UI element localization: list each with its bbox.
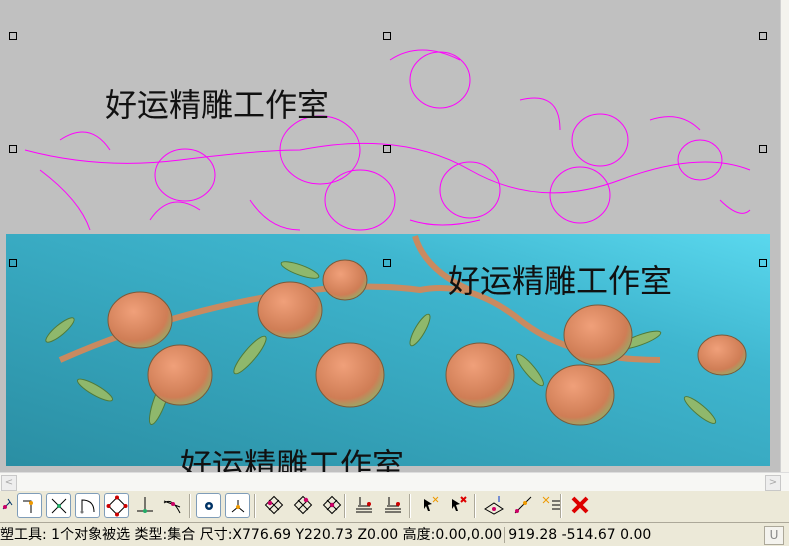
grid-point-1-icon[interactable]: [262, 493, 287, 518]
selection-handle[interactable]: [759, 145, 767, 153]
selection-handle[interactable]: [9, 32, 17, 40]
intersect-icon[interactable]: [46, 493, 71, 518]
selection-handle[interactable]: [759, 32, 767, 40]
perpendicular-icon[interactable]: [133, 493, 158, 518]
vertical-scrollbar[interactable]: [780, 0, 789, 472]
selection-handle[interactable]: [9, 259, 17, 267]
toolbar-separator: [189, 494, 191, 518]
layer-down-icon[interactable]: [352, 493, 377, 518]
status-size: 尺寸:X776.69 Y220.73 Z0.00: [199, 527, 399, 543]
selection-handle[interactable]: [383, 32, 391, 40]
toolbar: [0, 491, 789, 523]
vector-outlines: [24, 49, 751, 231]
status-mode[interactable]: U: [764, 526, 784, 545]
deselect-point-icon[interactable]: [446, 493, 471, 518]
horizontal-scrollbar[interactable]: < >: [0, 472, 789, 491]
surface-point-icon[interactable]: [482, 493, 507, 518]
selection-handle[interactable]: [383, 145, 391, 153]
grid-point-3-icon[interactable]: [320, 493, 345, 518]
axis-point-icon[interactable]: [225, 493, 250, 518]
status-tool: 塑工具:: [0, 527, 47, 543]
status-selection: 1个对象被选: [51, 527, 131, 543]
delete-icon[interactable]: [568, 493, 593, 518]
center-point-icon[interactable]: [196, 493, 221, 518]
toolbar-separator: [474, 494, 476, 518]
corner-icon[interactable]: [17, 493, 42, 518]
circle-points-icon[interactable]: [104, 493, 129, 518]
drawing-canvas[interactable]: 好运精雕工作室 好运精雕工作室 好运精雕工作室: [0, 0, 780, 472]
grid-point-2-icon[interactable]: [291, 493, 316, 518]
toolbar-separator: [254, 494, 256, 518]
watermark-text: 好运精雕工作室: [448, 262, 673, 300]
arc-icon[interactable]: [75, 493, 100, 518]
status-bar: 塑工具: 1个对象被选 类型:集合 尺寸:X776.69 Y220.73 Z0.…: [0, 524, 789, 546]
watermark-text: 好运精雕工作室: [105, 86, 330, 124]
watermark-text: 好运精雕工作室: [180, 446, 405, 472]
status-type: 类型:集合: [134, 527, 196, 543]
artwork: [6, 49, 770, 466]
select-point-icon[interactable]: [418, 493, 443, 518]
status-height: 高度:0.00,0.00: [402, 527, 503, 543]
scroll-left-button[interactable]: <: [1, 475, 17, 491]
layer-up-icon[interactable]: [381, 493, 406, 518]
tangent-icon[interactable]: [160, 493, 185, 518]
scroll-right-button[interactable]: >: [765, 475, 781, 491]
selection-handle[interactable]: [9, 145, 17, 153]
toolbar-separator: [409, 494, 411, 518]
status-coords: 919.28 -514.67 0.00: [504, 527, 652, 543]
toolbar-separator: [344, 494, 346, 518]
line-point-icon[interactable]: [511, 493, 536, 518]
toolbar-separator: [560, 494, 562, 518]
selection-handle[interactable]: [383, 259, 391, 267]
selection-handle[interactable]: [759, 259, 767, 267]
